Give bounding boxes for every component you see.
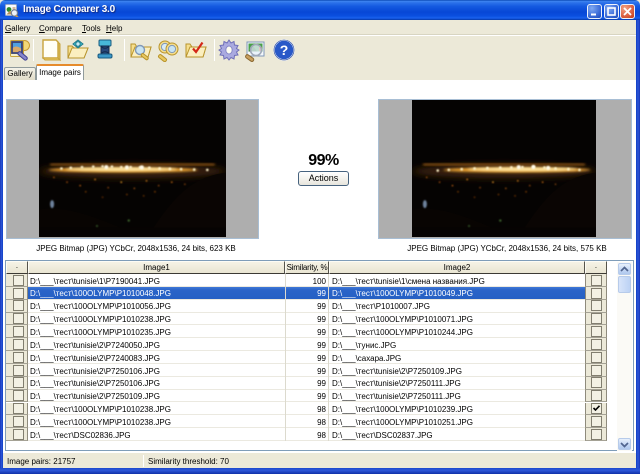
svg-text:?: ?	[280, 42, 289, 58]
